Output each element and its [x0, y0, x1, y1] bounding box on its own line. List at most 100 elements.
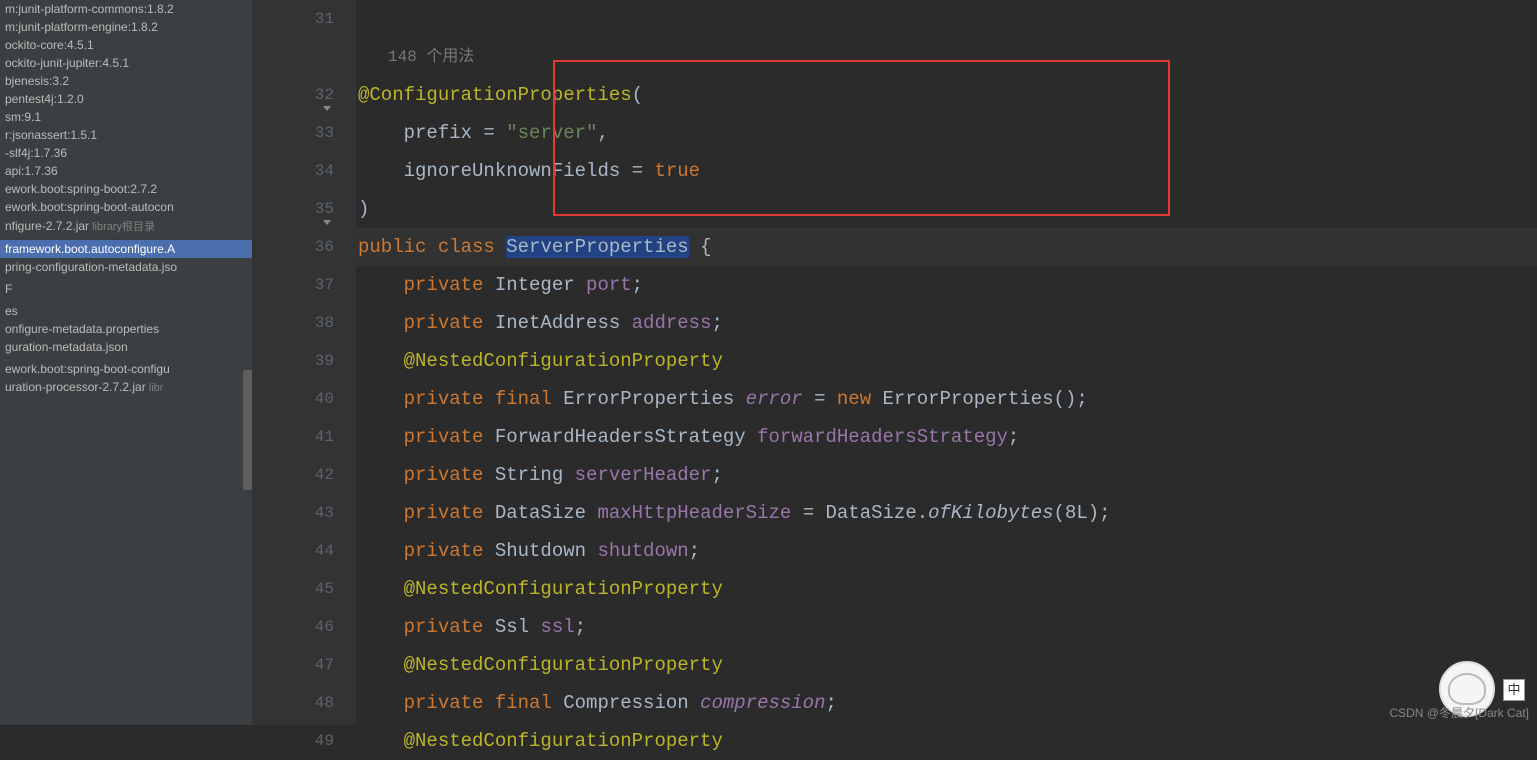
token-cls: Compression [563, 692, 700, 714]
token-field: serverHeader [575, 464, 712, 486]
token-punct: ; [1008, 426, 1019, 448]
line-number[interactable]: 36 [253, 228, 334, 266]
line-number[interactable]: 34 [253, 152, 334, 190]
token-punct: ignoreUnknownFields = [358, 160, 654, 182]
code-line[interactable]: private Shutdown shutdown; [358, 532, 1537, 570]
line-number[interactable]: 42 [253, 456, 334, 494]
sidebar-item[interactable]: pring-configuration-metadata.jso [0, 258, 252, 276]
code-line[interactable]: @NestedConfigurationProperty [358, 570, 1537, 608]
sidebar-item[interactable]: ework.boot:spring-boot-configu [0, 360, 252, 378]
line-gutter[interactable]: 31323334353637383940414243444546474849 [253, 0, 356, 725]
line-number[interactable]: 41 [253, 418, 334, 456]
sidebar-item[interactable]: bjenesis:3.2 [0, 72, 252, 90]
token-kw: private final [358, 388, 563, 410]
token-param-italic: compression [700, 692, 825, 714]
sidebar-item[interactable]: pentest4j:1.2.0 [0, 90, 252, 108]
token-punct: , [597, 122, 608, 144]
sidebar-item[interactable]: sm:9.1 [0, 108, 252, 126]
collapse-end-icon[interactable] [321, 202, 331, 212]
sidebar-item[interactable]: api:1.7.36 [0, 162, 252, 180]
line-number[interactable]: 31 [253, 0, 334, 38]
token-kw: private [358, 312, 495, 334]
token-field: forwardHeadersStrategy [757, 426, 1008, 448]
code-line[interactable]: @NestedConfigurationProperty [358, 722, 1537, 760]
code-line[interactable]: public class ServerProperties { [356, 228, 1537, 266]
token-cls: String [495, 464, 575, 486]
code-line[interactable]: private final ErrorProperties error = ne… [358, 380, 1537, 418]
sidebar-item[interactable]: uration-processor-2.7.2.jar libr [0, 378, 252, 396]
code-line[interactable]: private String serverHeader; [358, 456, 1537, 494]
sidebar-item[interactable]: es [0, 302, 252, 320]
collapse-start-icon[interactable] [321, 88, 331, 98]
library-tag: libr [146, 382, 164, 394]
line-number[interactable]: 44 [253, 532, 334, 570]
token-punct: ( [632, 84, 643, 106]
code-line[interactable]: private InetAddress address; [358, 304, 1537, 342]
code-line[interactable]: ) [358, 190, 1537, 228]
sidebar-item[interactable]: m:junit-platform-engine:1.8.2 [0, 18, 252, 36]
sidebar-item[interactable]: guration-metadata.json [0, 338, 252, 356]
token-field: port [586, 274, 632, 296]
token-punct: { [689, 236, 712, 258]
line-number[interactable]: 35 [253, 190, 334, 228]
code-line[interactable]: private Ssl ssl; [358, 608, 1537, 646]
line-number[interactable]: 32 [253, 76, 334, 114]
line-number[interactable]: 39 [253, 342, 334, 380]
code-line[interactable] [358, 0, 1537, 38]
line-number[interactable]: 38 [253, 304, 334, 342]
line-number[interactable]: 33 [253, 114, 334, 152]
code-line[interactable]: private Integer port; [358, 266, 1537, 304]
token-cls: ForwardHeadersStrategy [495, 426, 757, 448]
line-number[interactable]: 46 [253, 608, 334, 646]
token-punct: ; [711, 312, 722, 334]
code-line[interactable]: @ConfigurationProperties( [358, 76, 1537, 114]
sidebar-item[interactable]: ework.boot:spring-boot-autocon [0, 198, 252, 216]
line-number[interactable]: 48 [253, 684, 334, 722]
sidebar-item[interactable]: F [0, 280, 252, 298]
sidebar-item[interactable]: onfigure-metadata.properties [0, 320, 252, 338]
sidebar-item[interactable]: framework.boot.autoconfigure.A [0, 240, 252, 258]
token-cls: Ssl [495, 616, 541, 638]
code-line[interactable]: @NestedConfigurationProperty [358, 342, 1537, 380]
sidebar-item[interactable]: -slf4j:1.7.36 [0, 144, 252, 162]
code-line[interactable]: private final Compression compression; [358, 684, 1537, 722]
token-field: ssl [540, 616, 574, 638]
code-line[interactable]: prefix = "server", [358, 114, 1537, 152]
line-number[interactable]: 47 [253, 646, 334, 684]
token-kw: new [837, 388, 883, 410]
line-number[interactable]: 40 [253, 380, 334, 418]
token-punct: ; [825, 692, 836, 714]
token-cls: DataSize [495, 502, 598, 524]
sidebar-item[interactable]: ework.boot:spring-boot:2.7.2 [0, 180, 252, 198]
usage-hint[interactable]: 148 个用法 [358, 38, 1537, 76]
code-line[interactable]: private ForwardHeadersStrategy forwardHe… [358, 418, 1537, 456]
sidebar-item[interactable]: ockito-core:4.5.1 [0, 36, 252, 54]
token-punct: ) [358, 198, 369, 220]
code-line[interactable]: @NestedConfigurationProperty [358, 646, 1537, 684]
token-field: address [632, 312, 712, 334]
sidebar-item[interactable]: nfigure-2.7.2.jar library根目录 [0, 216, 252, 236]
code-editor[interactable]: 31323334353637383940414243444546474849 1… [253, 0, 1537, 725]
line-number[interactable]: 43 [253, 494, 334, 532]
token-anno: @NestedConfigurationProperty [358, 730, 723, 752]
token-field: maxHttpHeaderSize [597, 502, 791, 524]
line-number[interactable]: 49 [253, 722, 334, 760]
token-cls: Shutdown [495, 540, 598, 562]
ime-indicator: 中 [1503, 679, 1525, 701]
line-number[interactable] [253, 38, 334, 76]
code-content[interactable]: 148 个用法@ConfigurationProperties( prefix … [356, 0, 1537, 725]
sidebar-item[interactable]: ockito-junit-jupiter:4.5.1 [0, 54, 252, 72]
token-method-italic: ofKilobytes [928, 502, 1053, 524]
project-sidebar[interactable]: m:junit-platform-commons:1.8.2m:junit-pl… [0, 0, 253, 725]
sidebar-item[interactable]: r:jsonassert:1.5.1 [0, 126, 252, 144]
line-number[interactable]: 37 [253, 266, 334, 304]
token-punct: ; [711, 464, 722, 486]
code-line[interactable]: ignoreUnknownFields = true [358, 152, 1537, 190]
token-str: "server" [506, 122, 597, 144]
line-number[interactable]: 45 [253, 570, 334, 608]
token-kw: private final [358, 692, 563, 714]
token-punct: prefix = [358, 122, 506, 144]
sidebar-item[interactable]: m:junit-platform-commons:1.8.2 [0, 0, 252, 18]
sidebar-scrollbar[interactable] [243, 370, 252, 490]
code-line[interactable]: private DataSize maxHttpHeaderSize = Dat… [358, 494, 1537, 532]
